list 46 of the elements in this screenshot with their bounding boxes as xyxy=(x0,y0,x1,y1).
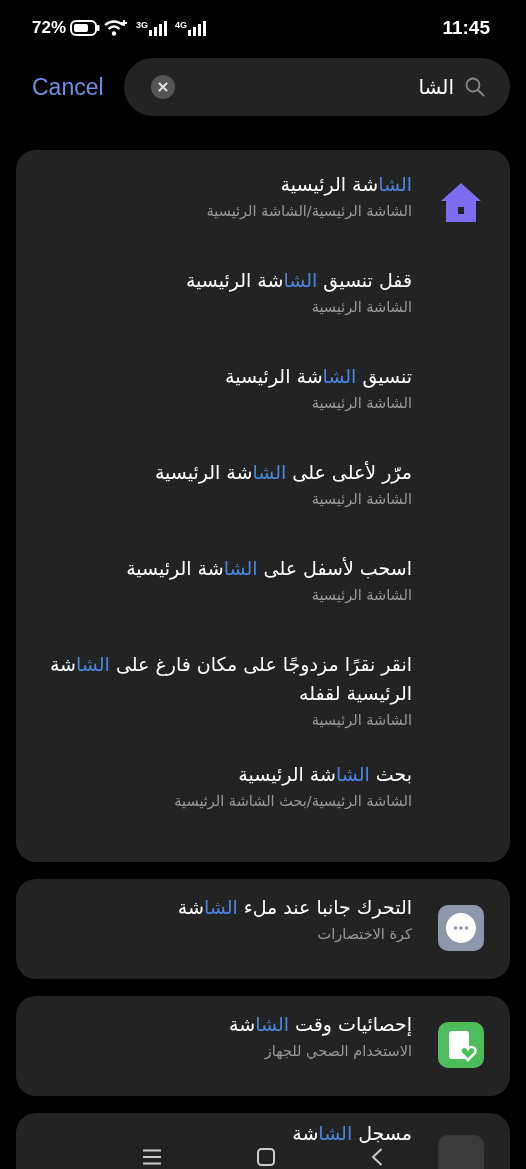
dots-bubble-icon xyxy=(438,905,484,951)
back-icon[interactable] xyxy=(371,1148,383,1166)
result-item[interactable]: مسجل الشاشة xyxy=(16,1123,510,1169)
result-title: تنسيق الشاشة الرئيسية xyxy=(224,364,412,390)
result-title: اسحب لأسفل على الشاشة الرئيسية xyxy=(125,556,412,582)
search-query: الشا xyxy=(418,75,454,99)
result-item[interactable]: بحث الشاشة الرئيسية الشاشة الرئيسية/بحث الشاشة الرئيسية xyxy=(16,750,510,842)
network-type-label: 4G xyxy=(175,20,188,30)
battery-icon xyxy=(70,20,101,36)
result-path: الشاشة الرئيسية xyxy=(310,490,412,510)
result-title: التحرك جانبا عند ملء الشاشة xyxy=(176,895,412,921)
clear-icon[interactable] xyxy=(150,75,175,99)
result-path: الشاشة الرئيسية xyxy=(310,394,412,414)
home-icon xyxy=(440,182,482,222)
result-item[interactable]: اسحب لأسفل على الشاشة الرئيسية الشاشة الرئيسية xyxy=(16,544,510,636)
result-item[interactable]: انقر نقرًا مزدوجًا على مكان فارغ على الشاشة الرئيسية لقفله الشاشة الرئيسية xyxy=(16,640,510,746)
menu-icon[interactable] xyxy=(143,1149,161,1165)
result-path: الشاشة الرئيسية xyxy=(310,586,412,606)
result-title: مرّر لأعلى على الشاشة الرئيسية xyxy=(153,460,412,486)
network-type-label: 3G xyxy=(136,20,149,30)
result-path: الشاشة الرئيسية/بحث الشاشة الرئيسية xyxy=(173,792,412,812)
result-title: مسجل الشاشة xyxy=(291,1123,412,1143)
cancel-button[interactable]: Cancel xyxy=(32,73,104,101)
home-square-icon[interactable] xyxy=(257,1148,275,1166)
result-item[interactable]: إحصائيات وقت الشاشة الاستخدام الصحي للجهاز xyxy=(16,1000,510,1092)
result-path: الشاشة الرئيسية xyxy=(310,711,412,731)
signal-icon xyxy=(149,20,170,36)
signal-icon xyxy=(188,20,209,36)
clock-time: 11:45 xyxy=(442,17,490,39)
result-path: الشاشة الرئيسية xyxy=(310,298,412,318)
search-icon xyxy=(464,76,486,98)
result-title: بحث الشاشة الرئيسية xyxy=(237,762,412,788)
search-field[interactable]: الشا xyxy=(123,58,510,116)
result-path: كرة الاختصارات xyxy=(316,925,412,945)
result-title: إحصائيات وقت الشاشة xyxy=(228,1012,412,1038)
result-item[interactable]: مرّر لأعلى على الشاشة الرئيسية الشاشة الرئيسية xyxy=(16,448,510,540)
result-item[interactable]: تنسيق الشاشة الرئيسية الشاشة الرئيسية xyxy=(16,352,510,444)
result-title: قفل تنسيق الشاشة الرئيسية xyxy=(184,268,412,294)
result-item[interactable]: الشاشة الرئيسية الشاشة الرئيسية/الشاشة الرئيسية xyxy=(16,160,510,252)
result-path: الاستخدام الصحي للجهاز xyxy=(263,1042,412,1062)
result-path: الشاشة الرئيسية/الشاشة الرئيسية xyxy=(205,202,412,222)
battery-percent: 72% xyxy=(32,18,67,38)
result-title: الشاشة الرئيسية xyxy=(279,172,412,198)
result-title: انقر نقرًا مزدوجًا على مكان فارغ على الشاشة الرئيسية لقفله xyxy=(48,652,412,707)
result-item[interactable]: التحرك جانبا عند ملء الشاشة كرة الاختصارات xyxy=(16,883,510,975)
result-item[interactable]: قفل تنسيق الشاشة الرئيسية الشاشة الرئيسية xyxy=(16,256,510,348)
